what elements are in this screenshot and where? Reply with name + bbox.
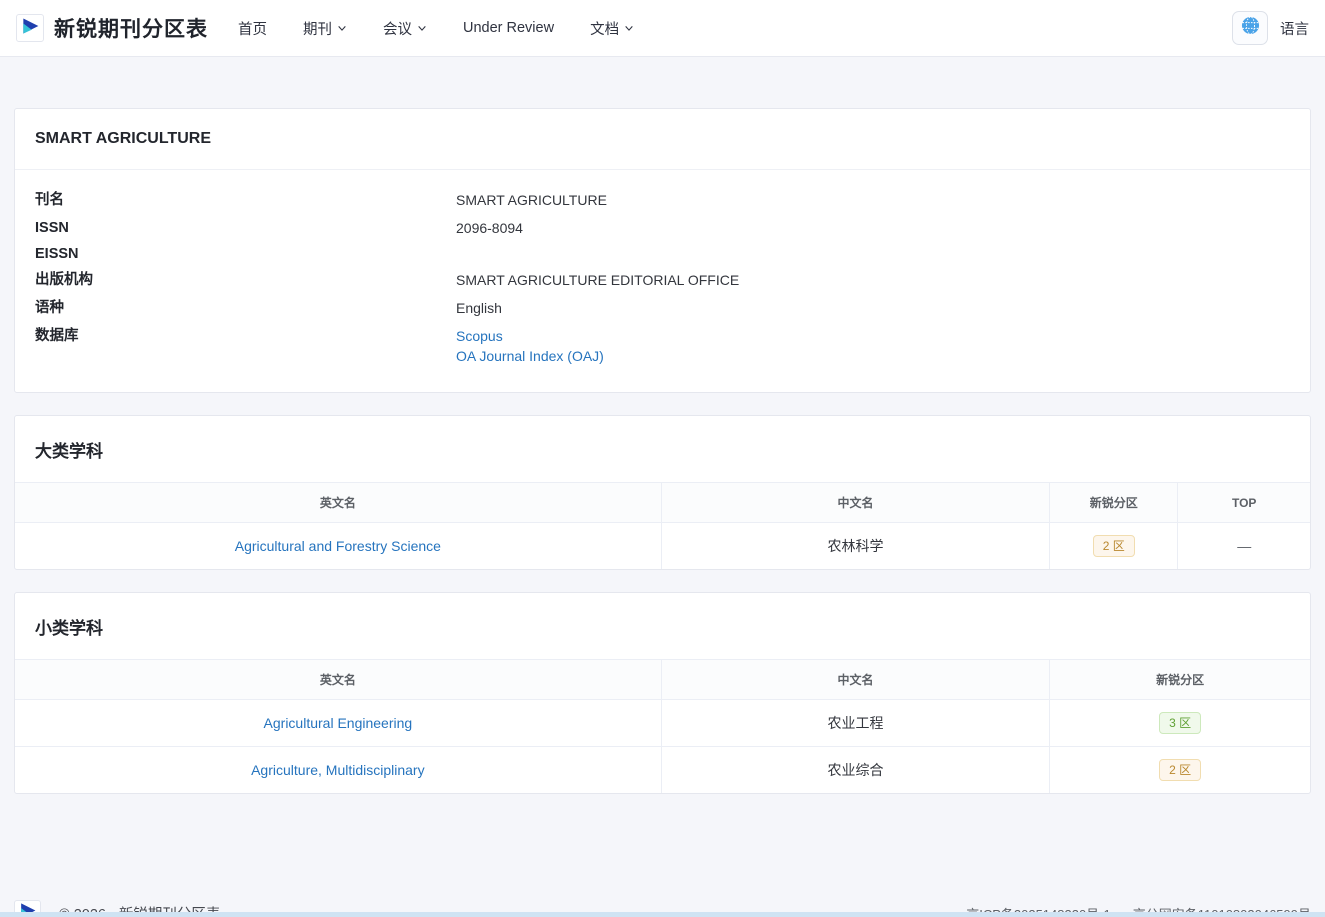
table-row: Agricultural Engineering 农业工程 3 区 xyxy=(15,700,1310,747)
site-title[interactable]: 新锐期刊分区表 xyxy=(54,13,208,43)
column-header-en: 英文名 xyxy=(15,483,661,523)
bottom-edge-strip xyxy=(0,912,1325,917)
minor-categories-table: 英文名 中文名 新锐分区 Agricultural Engineering 农业… xyxy=(15,659,1310,793)
category-zh: 农业综合 xyxy=(661,747,1050,794)
column-header-top: TOP xyxy=(1178,483,1310,523)
database-link-scopus[interactable]: Scopus xyxy=(456,326,604,346)
table-header-row: 英文名 中文名 新锐分区 TOP xyxy=(15,483,1310,523)
language-switcher[interactable]: 语言 xyxy=(1232,11,1309,45)
column-header-partition: 新锐分区 xyxy=(1050,660,1310,700)
language-button[interactable] xyxy=(1232,11,1268,45)
major-categories-table: 英文名 中文名 新锐分区 TOP Agricultural and Forest… xyxy=(15,482,1310,569)
table-row: Agricultural and Forestry Science 农林科学 2… xyxy=(15,523,1310,570)
chevron-down-icon xyxy=(337,23,347,33)
category-zh: 农林科学 xyxy=(661,523,1050,570)
field-row-name: 刊名 SMART AGRICULTURE xyxy=(35,186,1290,214)
field-value: 2096-8094 xyxy=(456,214,523,242)
journal-fields: 刊名 SMART AGRICULTURE ISSN 2096-8094 EISS… xyxy=(15,170,1310,392)
major-categories-card: 大类学科 英文名 中文名 新锐分区 TOP Agricultural and F… xyxy=(14,415,1311,570)
partition-badge: 3 区 xyxy=(1159,712,1201,734)
field-row-databases: 数据库 Scopus OA Journal Index (OAJ) xyxy=(35,322,1290,366)
minor-categories-card: 小类学科 英文名 中文名 新锐分区 Agricultural Engineeri… xyxy=(14,592,1311,794)
field-label: 刊名 xyxy=(35,186,456,214)
field-label: EISSN xyxy=(35,242,456,266)
field-value: SMART AGRICULTURE xyxy=(456,186,607,214)
column-header-en: 英文名 xyxy=(15,660,661,700)
partition-badge: 2 区 xyxy=(1159,759,1201,781)
database-links: Scopus OA Journal Index (OAJ) xyxy=(456,322,604,366)
partition-badge: 2 区 xyxy=(1093,535,1135,557)
category-zh: 农业工程 xyxy=(661,700,1050,747)
site-logo[interactable] xyxy=(16,14,44,42)
main-nav: 首页 期刊 会议 Under Review 文档 xyxy=(238,18,670,39)
category-link[interactable]: Agriculture, Multidisciplinary xyxy=(251,762,425,778)
field-row-publisher: 出版机构 SMART AGRICULTURE EDITORIAL OFFICE xyxy=(35,266,1290,294)
globe-icon xyxy=(1241,16,1260,40)
chevron-down-icon xyxy=(417,23,427,33)
table-row: Agriculture, Multidisciplinary 农业综合 2 区 xyxy=(15,747,1310,794)
table-header-row: 英文名 中文名 新锐分区 xyxy=(15,660,1310,700)
category-link[interactable]: Agricultural and Forestry Science xyxy=(235,538,441,554)
field-value: English xyxy=(456,294,502,322)
journal-info-card: SMART AGRICULTURE 刊名 SMART AGRICULTURE I… xyxy=(14,108,1311,393)
field-label: 出版机构 xyxy=(35,266,456,294)
top-value: — xyxy=(1237,538,1251,554)
column-header-zh: 中文名 xyxy=(661,483,1050,523)
field-value: SMART AGRICULTURE EDITORIAL OFFICE xyxy=(456,266,739,294)
language-label: 语言 xyxy=(1280,18,1309,39)
main-content: SMART AGRICULTURE 刊名 SMART AGRICULTURE I… xyxy=(0,108,1325,794)
field-label: 语种 xyxy=(35,294,456,322)
database-link-oaj[interactable]: OA Journal Index (OAJ) xyxy=(456,346,604,366)
field-row-language: 语种 English xyxy=(35,294,1290,322)
nav-item-conferences[interactable]: 会议 xyxy=(383,18,427,39)
chevron-down-icon xyxy=(624,23,634,33)
journal-card-title: SMART AGRICULTURE xyxy=(15,109,1310,170)
field-row-issn: ISSN 2096-8094 xyxy=(35,214,1290,242)
category-link[interactable]: Agricultural Engineering xyxy=(264,715,413,731)
top-navigation-bar: 新锐期刊分区表 首页 期刊 会议 Under Review 文档 xyxy=(0,0,1325,57)
field-row-eissn: EISSN xyxy=(35,242,1290,266)
nav-item-home[interactable]: 首页 xyxy=(238,18,267,39)
column-header-zh: 中文名 xyxy=(661,660,1050,700)
brand-logo-icon xyxy=(20,16,40,41)
major-categories-title: 大类学科 xyxy=(15,416,1310,482)
field-label: ISSN xyxy=(35,214,456,242)
column-header-partition: 新锐分区 xyxy=(1050,483,1178,523)
minor-categories-title: 小类学科 xyxy=(15,593,1310,659)
field-label: 数据库 xyxy=(35,322,456,350)
nav-item-docs[interactable]: 文档 xyxy=(590,18,634,39)
nav-item-journals[interactable]: 期刊 xyxy=(303,18,347,39)
nav-item-under-review[interactable]: Under Review xyxy=(463,20,554,36)
